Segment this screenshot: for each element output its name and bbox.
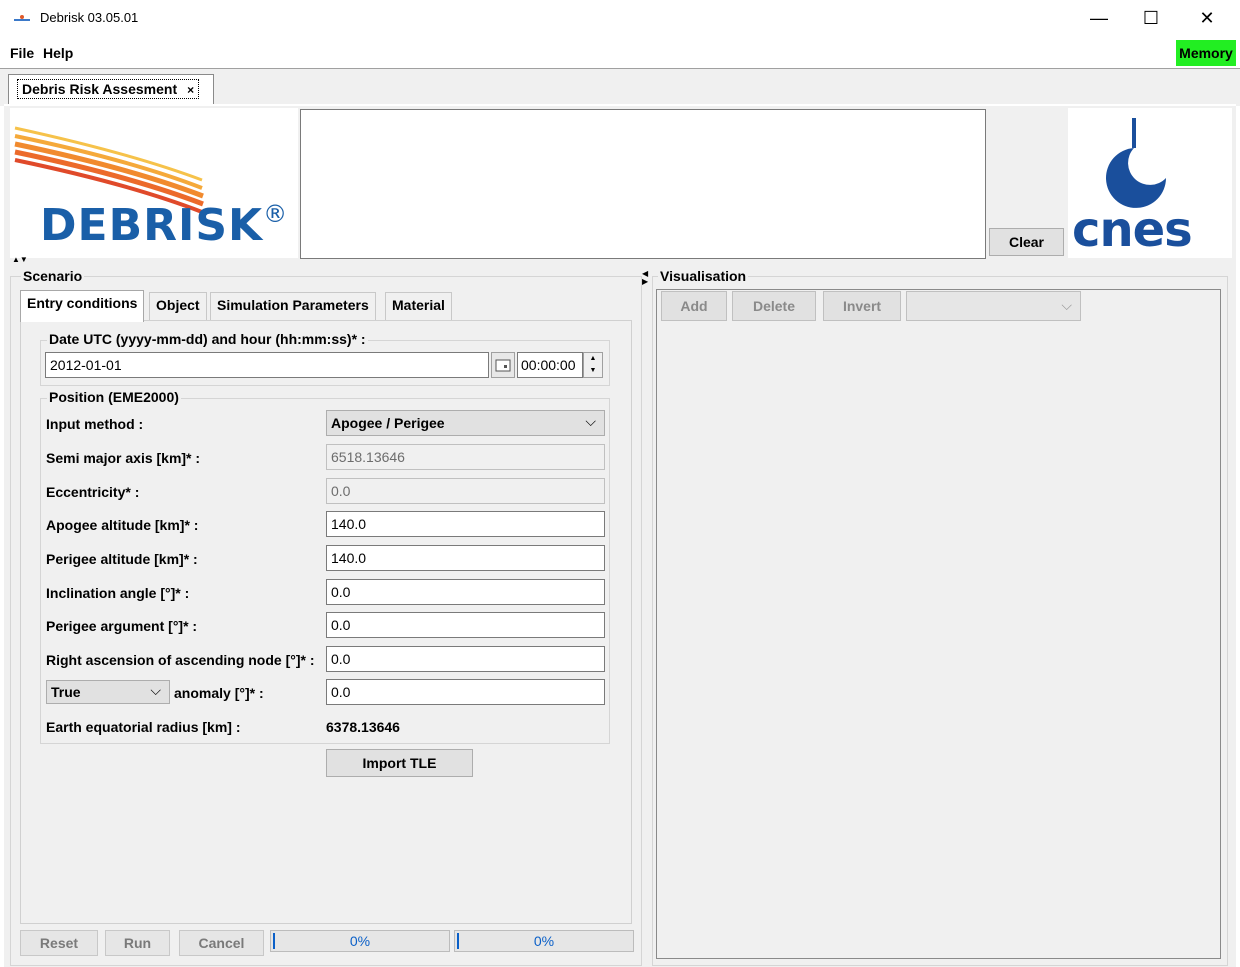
splitter-arrows-icon[interactable]: ◀ ▶ xyxy=(642,270,648,286)
menu-help[interactable]: Help xyxy=(43,45,73,61)
anomaly-type-value: True xyxy=(51,684,81,700)
app-icon xyxy=(14,15,30,21)
spin-up-icon[interactable]: ▲ xyxy=(584,353,602,365)
raan-label: Right ascension of ascending node [°]* : xyxy=(46,652,315,668)
log-text-area[interactable] xyxy=(300,109,986,259)
date-field[interactable]: 2012-01-01 xyxy=(45,352,489,378)
eccentricity-field: 0.0 xyxy=(326,478,605,504)
visualisation-select[interactable]: ⌵ xyxy=(906,291,1081,321)
date-group-title: Date UTC (yyyy-mm-dd) and hour (hh:mm:ss… xyxy=(47,331,368,347)
spin-down-icon[interactable]: ▼ xyxy=(584,365,602,377)
perigee-altitude-label: Perigee altitude [km]* : xyxy=(46,551,198,567)
input-method-select[interactable]: Apogee / Perigee ⌵ xyxy=(326,410,605,436)
title-bar: Debrisk 03.05.01 — ☐ ✕ xyxy=(0,0,1240,36)
progress-bar-1: 0% xyxy=(270,930,450,952)
progress-2-label: 0% xyxy=(533,933,555,949)
cnes-logo: cnes xyxy=(1068,108,1232,258)
perigee-argument-field[interactable]: 0.0 xyxy=(326,612,605,638)
raan-field[interactable]: 0.0 xyxy=(326,646,605,672)
tab-material[interactable]: Material xyxy=(385,292,452,320)
earth-radius-label: Earth equatorial radius [km] : xyxy=(46,719,241,735)
position-group-title: Position (EME2000) xyxy=(47,389,181,405)
calendar-button[interactable] xyxy=(491,352,515,378)
calendar-icon xyxy=(495,359,511,372)
progress-bar-2: 0% xyxy=(454,930,634,952)
scenario-title: Scenario xyxy=(21,268,85,284)
invert-button[interactable]: Invert xyxy=(823,291,901,321)
inclination-angle-label: Inclination angle [°]* : xyxy=(46,585,190,601)
time-spinner[interactable]: ▲ ▼ xyxy=(583,352,603,378)
perigee-altitude-field[interactable]: 140.0 xyxy=(326,545,605,571)
progress-1-label: 0% xyxy=(349,933,371,949)
delete-button[interactable]: Delete xyxy=(732,291,816,321)
tab-entry-conditions[interactable]: Entry conditions xyxy=(20,290,145,322)
visualisation-canvas[interactable] xyxy=(656,289,1221,959)
semi-major-axis-field: 6518.13646 xyxy=(326,444,605,470)
menu-bar: File Help xyxy=(0,40,1240,66)
tab-close-icon[interactable]: × xyxy=(187,83,194,97)
input-method-label: Input method : xyxy=(46,416,144,432)
cancel-button[interactable]: Cancel xyxy=(179,930,264,956)
progress-fill xyxy=(457,933,459,949)
eccentricity-label: Eccentricity* : xyxy=(46,484,140,500)
debrisk-logo-text: DEBRISK® xyxy=(40,200,289,251)
earth-radius-value: 6378.13646 xyxy=(326,719,400,735)
anomaly-label: anomaly [°]* : xyxy=(174,685,264,701)
window-title: Debrisk 03.05.01 xyxy=(40,10,139,25)
time-field[interactable]: 00:00:00 xyxy=(517,352,583,378)
apogee-altitude-label: Apogee altitude [km]* : xyxy=(46,517,199,533)
menu-file[interactable]: File xyxy=(10,45,34,61)
chevron-down-icon: ⌵ xyxy=(585,413,596,429)
anomaly-type-select[interactable]: True ⌵ xyxy=(46,680,170,704)
perigee-argument-label: Perigee argument [°]* : xyxy=(46,618,198,634)
tab-object[interactable]: Object xyxy=(149,292,207,320)
tab-simulation-parameters[interactable]: Simulation Parameters xyxy=(210,292,376,320)
anomaly-field[interactable]: 0.0 xyxy=(326,679,605,705)
apogee-altitude-field[interactable]: 140.0 xyxy=(326,511,605,537)
debrisk-logo: DEBRISK® xyxy=(10,108,298,258)
input-method-value: Apogee / Perigee xyxy=(331,415,445,431)
visualisation-title: Visualisation xyxy=(658,268,749,284)
minimize-button[interactable]: — xyxy=(1076,4,1122,32)
clear-button[interactable]: Clear xyxy=(989,228,1064,256)
chevron-down-icon: ⌵ xyxy=(150,682,161,698)
semi-major-axis-label: Semi major axis [km]* : xyxy=(46,450,201,466)
add-button[interactable]: Add xyxy=(661,291,727,321)
horizontal-splitter[interactable]: ▲▼ xyxy=(8,255,1234,265)
import-tle-button[interactable]: Import TLE xyxy=(326,749,473,777)
cnes-logo-text: cnes xyxy=(1072,202,1193,258)
splitter-arrows-icon[interactable]: ▲▼ xyxy=(12,255,28,264)
memory-indicator[interactable]: Memory xyxy=(1176,40,1236,66)
tab-label: Debris Risk Assesment xyxy=(22,81,178,97)
progress-fill xyxy=(273,933,275,949)
tab-debris-risk-assesment[interactable]: Debris Risk Assesment × xyxy=(8,74,214,104)
run-button[interactable]: Run xyxy=(105,930,170,956)
close-window-button[interactable]: ✕ xyxy=(1184,4,1230,32)
maximize-button[interactable]: ☐ xyxy=(1128,4,1174,32)
reset-button[interactable]: Reset xyxy=(20,930,98,956)
chevron-down-icon: ⌵ xyxy=(1061,297,1072,313)
inclination-angle-field[interactable]: 0.0 xyxy=(326,579,605,605)
